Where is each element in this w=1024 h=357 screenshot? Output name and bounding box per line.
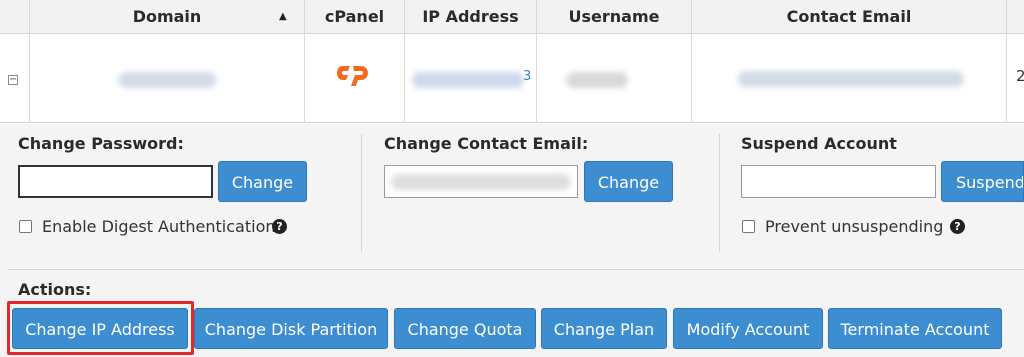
prevent-unsuspending-checkbox[interactable] [742,220,755,233]
header-ip-address[interactable]: IP Address [405,0,537,34]
enable-digest-auth-checkbox[interactable] [19,220,32,233]
header-username-label: Username [568,7,660,26]
header-domain[interactable]: Domain [30,0,305,34]
change-disk-partition-button[interactable]: Change Disk Partition [194,308,388,349]
redacted-contact-email [738,71,964,87]
table-header: Domain ▲ cPanel IP Address Username Cont… [0,0,1024,34]
change-password-title: Change Password: [18,134,184,153]
change-contact-email-button[interactable]: Change [584,161,673,202]
terminate-account-button[interactable]: Terminate Account [828,308,1002,349]
truncated-next-cell: 2 [1016,67,1024,85]
section-divider [719,134,720,252]
redacted-ip-address [412,72,524,88]
change-password-input[interactable] [18,165,213,198]
highlight-annotation [7,301,194,355]
table-row: − 3 2 [0,34,1024,123]
header-username[interactable]: Username [537,0,692,34]
change-contact-email-title: Change Contact Email: [384,134,589,153]
suspend-account-title: Suspend Account [741,134,897,153]
suspend-account-button[interactable]: Suspend [941,161,1024,202]
question-circle-icon[interactable]: ? [272,219,287,234]
change-plan-button[interactable]: Change Plan [541,308,667,349]
header-cpanel: cPanel [305,0,405,34]
suspend-reason-input[interactable] [741,165,936,198]
header-expand-column [0,0,30,34]
prevent-unsuspending-label: Prevent unsuspending [765,217,944,236]
enable-digest-auth-label: Enable Digest Authentication [42,217,276,236]
actions-divider [8,269,1024,270]
actions-title: Actions: [18,280,92,299]
ip-address-visible-fragment: 3 [523,69,532,84]
header-ip-address-label: IP Address [422,7,519,26]
change-quota-button[interactable]: Change Quota [394,308,536,349]
collapse-toggle-icon[interactable]: − [8,75,18,85]
header-cpanel-label: cPanel [324,7,385,26]
change-password-button[interactable]: Change [218,161,307,202]
sort-ascending-icon[interactable]: ▲ [279,0,287,34]
redacted-domain [118,72,216,88]
header-contact-email[interactable]: Contact Email [692,0,1007,34]
header-domain-label: Domain [132,7,202,26]
question-circle-icon[interactable]: ? [950,219,965,234]
redacted-contact-email-value [391,174,571,190]
cpanel-logo-icon[interactable] [336,60,376,90]
modify-account-button[interactable]: Modify Account [673,308,823,349]
section-divider [361,134,362,252]
contact-email-input[interactable] [384,165,578,198]
header-next-column [1007,0,1024,34]
header-contact-email-label: Contact Email [786,7,912,26]
redacted-username [566,72,628,88]
